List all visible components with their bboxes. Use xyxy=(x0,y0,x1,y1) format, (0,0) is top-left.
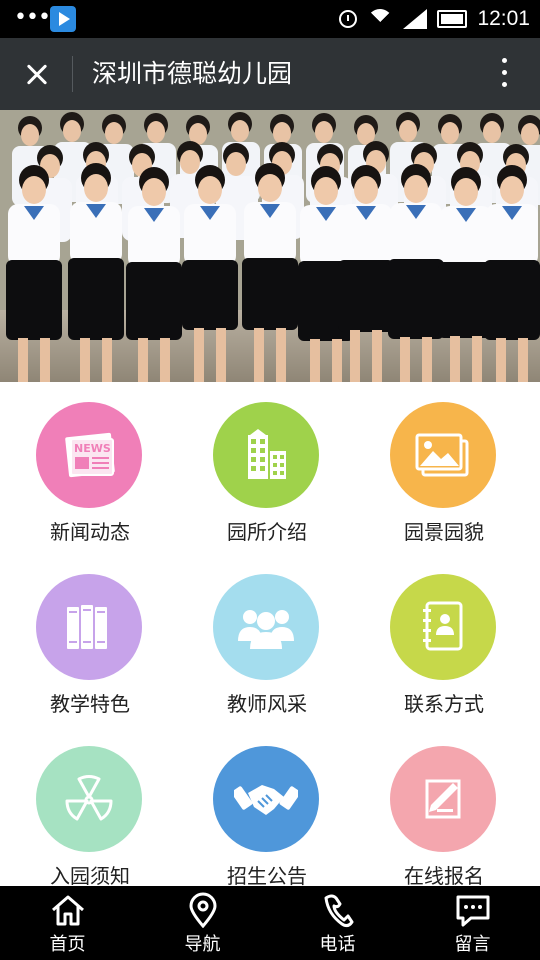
tile-news[interactable]: NEWS 新闻动态 xyxy=(0,382,180,554)
tile-label: 招生公告 xyxy=(227,864,307,886)
tile-label: 园景园貌 xyxy=(404,520,484,544)
media-play-icon xyxy=(50,6,76,32)
tile-about[interactable]: 园所介绍 xyxy=(177,382,357,554)
tab-label: 首页 xyxy=(49,934,86,955)
handshake-icon xyxy=(213,746,319,852)
svg-text:NEWS: NEWS xyxy=(74,442,111,455)
tab-home[interactable]: 首页 xyxy=(0,886,135,960)
tile-label: 园所介绍 xyxy=(227,520,307,544)
tile-label: 教学特色 xyxy=(50,692,130,716)
tab-label: 留言 xyxy=(454,934,491,955)
more-notifications-icon: ••• xyxy=(14,5,51,30)
title-bar: 深圳市德聪幼儿园 xyxy=(0,38,540,110)
gallery-icon xyxy=(390,402,496,508)
tab-navigation[interactable]: 导航 xyxy=(135,886,270,960)
tab-label: 导航 xyxy=(184,934,221,955)
people-icon xyxy=(213,574,319,680)
tile-teaching[interactable]: 教学特色 xyxy=(0,554,180,726)
message-icon xyxy=(453,892,493,928)
status-bar: ••• 12:01 xyxy=(0,0,540,38)
signup-form-icon xyxy=(390,746,496,852)
location-pin-icon xyxy=(183,892,223,929)
status-icons: 12:01 xyxy=(339,6,530,32)
tile-notice[interactable]: 入园须知 xyxy=(0,726,180,886)
tile-gallery[interactable]: 园景园貌 xyxy=(354,382,534,554)
menu-grid: NEWS 新闻动态 园所介绍 园景园貌 教学特色 教师风采 联系方式 入园须知 … xyxy=(0,382,540,886)
contact-book-icon xyxy=(390,574,496,680)
wifi-icon xyxy=(367,9,393,29)
tile-enrollment[interactable]: 招生公告 xyxy=(177,726,357,886)
tab-message[interactable]: 留言 xyxy=(405,886,540,960)
tab-label: 电话 xyxy=(319,934,356,955)
fan-icon xyxy=(36,746,142,852)
tile-label: 在线报名 xyxy=(404,864,484,886)
signal-icon xyxy=(403,9,428,29)
close-icon[interactable] xyxy=(14,56,58,92)
battery-icon xyxy=(437,10,468,28)
books-icon xyxy=(36,574,142,680)
tile-signup[interactable]: 在线报名 xyxy=(354,726,534,886)
home-icon xyxy=(48,892,88,928)
phone-icon xyxy=(318,892,358,928)
page-title: 深圳市德聪幼儿园 xyxy=(92,59,293,88)
more-menu-icon[interactable] xyxy=(498,58,510,92)
building-icon xyxy=(213,402,319,508)
tile-label: 新闻动态 xyxy=(50,520,130,544)
alarm-icon xyxy=(339,10,358,28)
clock: 12:01 xyxy=(477,7,530,30)
tile-teachers[interactable]: 教师风采 xyxy=(177,554,357,726)
tile-label: 联系方式 xyxy=(404,692,484,716)
bottom-tab-bar: 首页 导航 电话 留言 xyxy=(0,886,540,960)
tile-label: 教师风采 xyxy=(227,692,307,716)
tile-label: 入园须知 xyxy=(50,864,130,886)
tile-contact[interactable]: 联系方式 xyxy=(354,554,534,726)
tab-phone[interactable]: 电话 xyxy=(270,886,405,960)
title-divider xyxy=(72,56,73,92)
news-icon: NEWS xyxy=(36,402,142,508)
banner-photo[interactable] xyxy=(0,110,540,382)
